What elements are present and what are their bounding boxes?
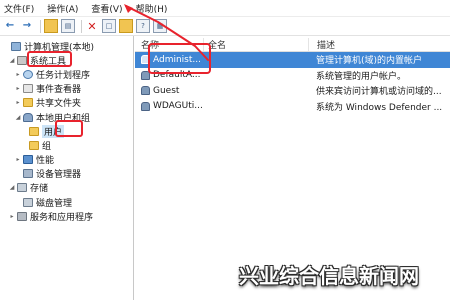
storage-icon xyxy=(17,183,27,193)
help-icon[interactable]: ? xyxy=(136,19,150,33)
computer-icon xyxy=(11,41,21,51)
tree-item-event-viewer[interactable]: ▸ 事件查看器 xyxy=(0,82,133,96)
menu-bar: 文件(F) 操作(A) 查看(V) 帮助(H) xyxy=(0,0,450,17)
user-name: WDAGUti... xyxy=(153,101,203,112)
folder-icon xyxy=(29,126,39,136)
watermark-text: 兴业综合信息新闻网 xyxy=(239,264,419,288)
column-header-full-name[interactable]: 全名 xyxy=(203,38,308,51)
table-row[interactable]: DefaultA... 系统管理的用户帐户。 xyxy=(135,68,450,84)
tree-item-label: 服务和应用程序 xyxy=(30,212,94,223)
user-description: 系统为 Windows Defender ... xyxy=(316,102,443,113)
user-name: Administ... xyxy=(153,54,201,65)
toolbar-divider xyxy=(81,19,82,33)
delete-icon[interactable]: ✕ xyxy=(85,19,99,33)
user-icon xyxy=(141,70,150,80)
tree-item-label: 组 xyxy=(42,141,52,152)
expand-icon[interactable]: ▸ xyxy=(14,71,22,78)
collapse-icon[interactable]: ◢ xyxy=(8,57,16,64)
view-icon[interactable]: ▦ xyxy=(153,19,167,33)
export-icon[interactable] xyxy=(119,19,133,33)
column-header-description[interactable]: 描述 xyxy=(308,38,450,51)
tree-item-computer-management[interactable]: 计算机管理(本地) xyxy=(0,39,133,53)
user-description: 管理计算机(域)的内置帐户 xyxy=(316,56,423,67)
tree-item-label: 设备管理器 xyxy=(36,170,82,181)
tree-item-label: 磁盘管理 xyxy=(36,198,73,209)
menu-help[interactable]: 帮助(H) xyxy=(136,2,168,15)
tree-item-performance[interactable]: ▸ 性能 xyxy=(0,153,133,167)
show-hide-tree-icon[interactable]: ▤ xyxy=(61,19,75,33)
user-name-cell: DefaultA... xyxy=(135,70,203,80)
user-name-cell: Administ... xyxy=(135,55,203,65)
tree-item-local-users-groups[interactable]: ◢ 本地用户和组 xyxy=(0,110,133,124)
tree-item-label: 性能 xyxy=(36,156,55,167)
navigation-tree: 计算机管理(本地) ◢ 系统工具 ▸ 任务计划程序 ▸ 事件查看器 ▸ 共享文件… xyxy=(0,36,134,300)
properties-icon[interactable]: □ xyxy=(102,19,116,33)
expand-icon[interactable]: ▸ xyxy=(8,213,16,220)
table-row[interactable]: WDAGUti... 系统为 Windows Defender ... xyxy=(135,99,450,115)
tree-item-label: 本地用户和组 xyxy=(36,113,91,124)
back-arrow-icon[interactable]: ← xyxy=(3,19,17,33)
tree-item-services-apps[interactable]: ▸ 服务和应用程序 xyxy=(0,209,133,223)
tree-item-groups[interactable]: 组 xyxy=(0,138,133,152)
tree-item-label: 用户 xyxy=(42,124,65,138)
tree-item-storage[interactable]: ◢ 存储 xyxy=(0,181,133,195)
device-manager-icon xyxy=(23,169,33,179)
collapse-icon[interactable]: ◢ xyxy=(8,184,16,191)
user-description: 供来宾访问计算机或访问域的... xyxy=(316,87,442,98)
forward-arrow-icon[interactable]: → xyxy=(20,19,34,33)
user-icon xyxy=(141,55,150,65)
tree-item-task-scheduler[interactable]: ▸ 任务计划程序 xyxy=(0,67,133,81)
expand-icon[interactable]: ▸ xyxy=(14,85,22,92)
toolbar-divider xyxy=(40,19,41,33)
user-name-cell: Guest xyxy=(135,86,203,96)
tree-item-label: 任务计划程序 xyxy=(36,70,91,81)
menu-action[interactable]: 操作(A) xyxy=(47,2,78,15)
user-name-cell: WDAGUti... xyxy=(135,101,203,111)
tree-item-label: 系统工具 xyxy=(30,56,67,67)
clock-icon xyxy=(23,69,33,79)
disk-icon xyxy=(23,197,33,207)
up-folder-icon[interactable] xyxy=(44,19,58,33)
expand-icon[interactable]: ▸ xyxy=(14,156,22,163)
tree-item-disk-management[interactable]: 磁盘管理 xyxy=(0,195,133,209)
menu-file[interactable]: 文件(F) xyxy=(4,2,34,15)
tree-item-device-manager[interactable]: 设备管理器 xyxy=(0,167,133,181)
tree-item-label: 存储 xyxy=(30,184,49,195)
tree-item-label: 事件查看器 xyxy=(36,85,82,96)
services-icon xyxy=(17,211,27,221)
user-description: 系统管理的用户帐户。 xyxy=(316,71,407,82)
user-name: DefaultA... xyxy=(153,70,201,81)
shared-folder-icon xyxy=(23,98,33,108)
user-name: Guest xyxy=(153,85,180,96)
list-header: 名称 全名 描述 xyxy=(135,36,450,52)
toolbar: ← → ▤ ✕ □ ? ▦ xyxy=(0,17,450,36)
expand-icon[interactable]: ▸ xyxy=(14,99,22,106)
event-log-icon xyxy=(23,84,33,94)
table-row[interactable]: Guest 供来宾访问计算机或访问域的... xyxy=(135,83,450,99)
tree-item-label: 计算机管理(本地) xyxy=(24,42,95,53)
tree-item-users[interactable]: 用户 xyxy=(0,124,133,138)
user-icon xyxy=(141,101,150,111)
column-header-name[interactable]: 名称 xyxy=(135,38,203,51)
folder-icon xyxy=(29,140,39,150)
table-row[interactable]: Administ... 管理计算机(域)的内置帐户 xyxy=(135,52,450,68)
tools-icon xyxy=(17,55,27,65)
menu-view[interactable]: 查看(V) xyxy=(91,2,122,15)
tree-item-system-tools[interactable]: ◢ 系统工具 xyxy=(0,53,133,67)
collapse-icon[interactable]: ◢ xyxy=(14,114,22,121)
tree-item-label: 共享文件夹 xyxy=(36,99,82,110)
user-icon xyxy=(141,86,150,96)
users-icon xyxy=(23,112,33,122)
tree-item-shared-folders[interactable]: ▸ 共享文件夹 xyxy=(0,96,133,110)
performance-icon xyxy=(23,155,33,165)
